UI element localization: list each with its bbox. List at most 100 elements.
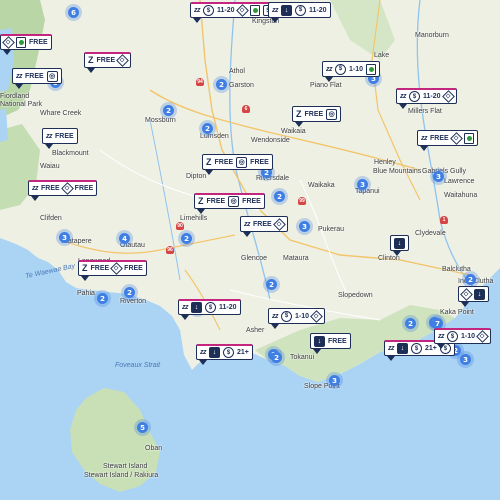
badge-pointer-icon: [81, 276, 89, 281]
campsite-badge[interactable]: zz $11-20 ◇: [396, 88, 457, 109]
campsite-badge[interactable]: Z FREE ◎ FREE: [202, 154, 273, 175]
town-label: Stewart Island: [103, 463, 148, 470]
sleep-single-icon: Z: [82, 263, 88, 273]
campsite-badge[interactable]: Z FREE ◇ FREE: [78, 260, 147, 281]
badge-text: FREE: [242, 198, 261, 205]
town-label: National Park: [0, 101, 43, 108]
campsite-badge[interactable]: ↓ FREE: [310, 333, 351, 354]
campsite-badge[interactable]: zz ↓ $11-20: [178, 299, 241, 320]
campsite-badge[interactable]: zz $1-10: [322, 61, 381, 82]
sleep-single-icon: Z: [88, 55, 94, 65]
dump-station-icon: ◇: [110, 262, 124, 275]
sleep-icon: zz: [438, 333, 445, 340]
campsite-badge[interactable]: ◇ FREE: [0, 34, 52, 55]
water-tap-icon: ↓: [397, 343, 408, 354]
dump-station-icon: ◇: [449, 131, 463, 145]
price-icon: $: [411, 343, 422, 354]
badge-pointer-icon: [199, 360, 207, 365]
marker-cluster[interactable]: 2: [163, 105, 174, 116]
town-label: Gabriels Gully: [422, 168, 466, 175]
town-label: Blue Mountains: [373, 168, 422, 175]
marker-cluster[interactable]: 2: [266, 279, 277, 290]
campsite-badge[interactable]: ◇ ↓: [458, 286, 489, 307]
sleep-icon: zz: [194, 7, 201, 14]
town-label: Asher: [246, 327, 265, 334]
marker-cluster[interactable]: 2: [274, 191, 285, 202]
campsite-badge[interactable]: zz FREE ◇ FREE: [28, 180, 98, 201]
campsite-badge[interactable]: Z FREE ◎ FREE: [194, 193, 265, 214]
marker-cluster[interactable]: 3: [433, 171, 444, 182]
marker-cluster[interactable]: 6: [68, 7, 79, 18]
marker-cluster[interactable]: 3: [329, 375, 340, 386]
marker-cluster[interactable]: 2: [465, 274, 476, 285]
campsite-badge[interactable]: zz $1-10 ◇: [268, 308, 326, 329]
dump-station-glyph: ◇: [453, 135, 459, 141]
dump-station-icon: ◇: [460, 287, 473, 301]
campsite-badge[interactable]: Z FREE ◎: [292, 106, 342, 127]
campsite-badge[interactable]: zz FREE ◇: [240, 216, 288, 237]
badge-text: 1-10: [461, 333, 476, 340]
campsite-badge[interactable]: zz FREE ◇: [417, 130, 478, 151]
town-label: Clinton: [378, 255, 400, 262]
campsite-badge[interactable]: zz $1-10 ◇: [434, 328, 492, 349]
marker-cluster[interactable]: 2: [405, 318, 416, 329]
marker-cluster[interactable]: 2: [181, 233, 192, 244]
highway-shield: 94: [196, 78, 204, 86]
doc-site-icon: [366, 63, 377, 75]
badge-pointer-icon: [399, 104, 407, 109]
badge-pointer-icon: [193, 18, 201, 23]
doc-site-icon: [249, 5, 260, 16]
campsite-badge[interactable]: zz ↓ $11-20: [268, 2, 331, 23]
dump-station-icon: ◇: [310, 309, 323, 323]
campsite-badge[interactable]: zz FREE ◎: [12, 68, 62, 89]
town-label: Piano Flat: [310, 82, 342, 89]
campsite-badge[interactable]: zz$11-20◇$: [190, 2, 278, 23]
badge-text: FREE: [90, 265, 110, 272]
highway-shield: 96: [166, 246, 174, 254]
campsite-badge[interactable]: ↓: [390, 235, 409, 256]
town-label: Lumsden: [200, 133, 229, 140]
badge-text: FREE: [74, 185, 94, 192]
sleep-icon: zz: [326, 65, 333, 73]
sleep-icon: zz: [272, 6, 279, 14]
map-canvas[interactable]: Kingston Manorburn Lake Athol Garston Piano F…: [0, 0, 500, 500]
badge-pointer-icon: [205, 170, 213, 175]
marker-cluster[interactable]: 5: [137, 422, 148, 433]
badge-pointer-icon: [295, 122, 303, 127]
town-label: Mataura: [283, 255, 309, 262]
town-label: Limehills: [180, 215, 208, 222]
price-icon: $: [447, 331, 458, 342]
marker-cluster[interactable]: 2: [202, 123, 213, 134]
town-label: Waitahuna: [444, 192, 478, 199]
campsite-badge[interactable]: zz ↓ $21+: [196, 344, 253, 365]
marker-cluster[interactable]: 2: [97, 293, 108, 304]
campsite-badge[interactable]: zz FREE: [42, 128, 78, 149]
dump-station-glyph: ◇: [6, 39, 11, 46]
marker-cluster[interactable]: 2: [271, 352, 282, 363]
town-label: Fiordland: [0, 93, 30, 100]
marker-cluster[interactable]: 2: [216, 79, 227, 90]
badge-pointer-icon: [461, 302, 469, 307]
dump-station-icon: ◇: [2, 36, 15, 49]
doc-site-icon: [463, 132, 474, 144]
town-label: Clydevale: [415, 230, 446, 237]
marker-cluster[interactable]: 3: [59, 232, 70, 243]
water-label: Foveaux Strait: [115, 362, 161, 369]
water-tap-icon: ↓: [474, 288, 485, 300]
dump-station-icon: ◇: [441, 90, 455, 103]
town-label: Whare Creek: [40, 110, 82, 117]
marker-cluster[interactable]: 4: [119, 233, 130, 244]
town-label: Waiau: [40, 163, 60, 170]
dump-station-icon: ◇: [235, 4, 249, 17]
marker-cluster[interactable]: 3: [299, 221, 310, 232]
marker-cluster[interactable]: 3: [357, 179, 368, 190]
shower-icon: ◎: [46, 70, 58, 82]
price-icon: $: [335, 63, 346, 75]
marker-cluster[interactable]: 2: [124, 287, 135, 298]
water-tap-icon: ↓: [209, 347, 220, 358]
badge-text: 11-20: [217, 7, 235, 14]
badge-text: FREE: [250, 158, 269, 166]
marker-cluster[interactable]: 3: [460, 354, 471, 365]
shower-icon: ◎: [236, 156, 248, 168]
campsite-badge[interactable]: Z FREE ◇: [84, 52, 132, 73]
